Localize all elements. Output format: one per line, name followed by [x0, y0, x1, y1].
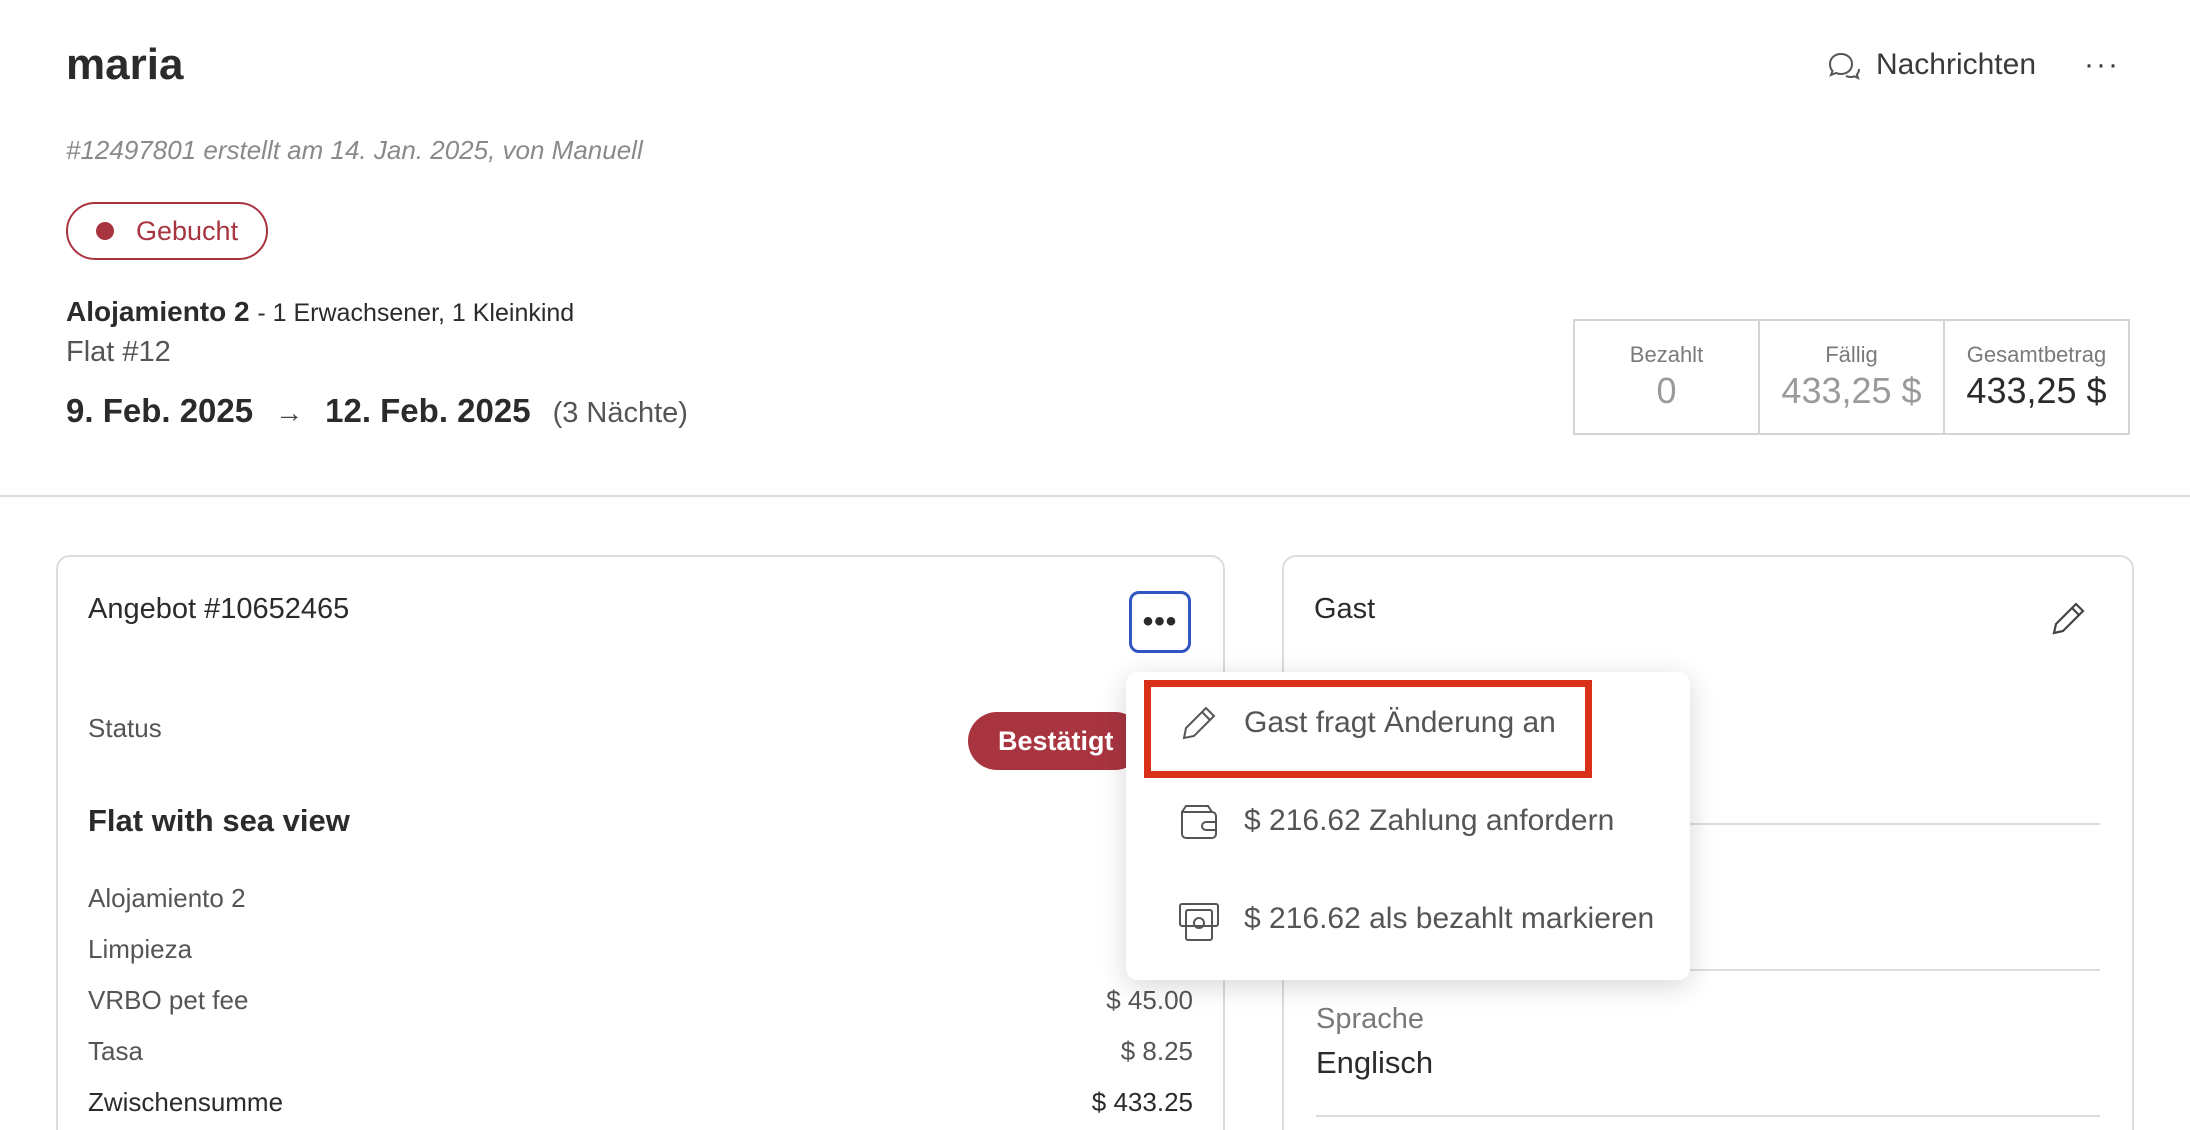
offer-status-label: Status	[88, 713, 162, 743]
price-line-amount: $ 45.00	[1106, 985, 1193, 1015]
checkin-date: 9. Feb. 2025	[66, 392, 254, 429]
menu-item-label: Gast fragt Änderung an	[1244, 706, 1556, 739]
nights-count: (3 Nächte)	[552, 397, 688, 429]
price-line-label: VRBO pet fee	[88, 985, 249, 1015]
arrow-right-icon: →	[275, 397, 304, 428]
offer-card: Angebot #10652465 ••• Status Bestätigt F…	[56, 555, 1225, 1130]
offer-actions-button[interactable]: •••	[1129, 591, 1191, 653]
wallet-icon	[1181, 805, 1217, 839]
menu-item-request-payment[interactable]: $ 216.62 Zahlung anfordern	[1176, 798, 1614, 844]
page-title: maria	[66, 40, 184, 89]
checkout-date: 12. Feb. 2025	[325, 392, 531, 429]
stay-dates: 9. Feb. 2025 → 12. Feb. 2025 (3 Nächte)	[66, 392, 688, 430]
due-cell: Fällig 433,25 $	[1760, 321, 1945, 433]
price-lines: Alojamiento 2 $ 3 Limpieza $ VRBO pet fe…	[88, 883, 1193, 1130]
offer-title: Angebot #10652465	[88, 593, 350, 625]
price-line-label: Tasa	[88, 1036, 143, 1066]
chat-bubbles-icon	[1828, 52, 1860, 80]
language-label: Sprache	[1316, 1003, 1425, 1035]
price-line-label: Alojamiento 2	[88, 883, 246, 913]
pencil-icon	[1182, 706, 1216, 740]
offer-name: Flat with sea view	[88, 803, 350, 838]
menu-item-label: $ 216.62 als bezahlt markieren	[1244, 902, 1655, 935]
paid-value: 0	[1656, 370, 1677, 411]
menu-item-request-change[interactable]: Gast fragt Änderung an	[1176, 700, 1556, 746]
subtotal-line: Zwischensumme $ 433.25	[88, 1087, 1193, 1130]
price-line-label: Limpieza	[88, 934, 193, 964]
price-line: Tasa $ 8.25	[88, 1036, 1193, 1087]
due-label: Fällig	[1825, 342, 1878, 367]
guest-divider	[1316, 1115, 2100, 1117]
top-actions: Nachrichten ···	[1826, 48, 2120, 82]
offer-actions-menu: Gast fragt Änderung an $ 216.62 Zahlung …	[1126, 672, 1690, 980]
menu-item-label: $ 216.62 Zahlung anfordern	[1244, 804, 1615, 837]
messages-button[interactable]: Nachrichten	[1826, 48, 2036, 82]
price-line: VRBO pet fee $ 45.00	[88, 985, 1193, 1036]
paid-label: Bezahlt	[1629, 342, 1704, 367]
menu-item-mark-paid[interactable]: $ 216.62 als bezahlt markieren	[1176, 896, 1654, 942]
due-value: 433,25 $	[1781, 370, 1922, 411]
booking-meta: #12497801 erstellt am 14. Jan. 2025, von…	[66, 135, 643, 165]
status-dot-icon	[96, 222, 114, 240]
more-options-button[interactable]: ···	[2084, 50, 2120, 80]
payment-summary: Bezahlt 0 Fällig 433,25 $ Gesamtbetrag 4…	[1573, 319, 2130, 435]
price-line: Alojamiento 2 $ 3	[88, 883, 1193, 934]
language-value: Englisch	[1316, 1045, 1434, 1080]
price-line-amount: $ 8.25	[1120, 1036, 1193, 1066]
status-badge-label: Gebucht	[136, 215, 239, 246]
total-value: 433,25 $	[1966, 370, 2107, 411]
unit-line: Alojamiento 2 - 1 Erwachsener, 1 Kleinki…	[66, 296, 574, 328]
pencil-icon[interactable]	[2046, 597, 2090, 641]
header-divider	[0, 495, 2190, 497]
subtotal-label: Zwischensumme	[88, 1087, 284, 1117]
flat-name: Flat #12	[66, 336, 171, 368]
unit-name: Alojamiento 2	[66, 296, 250, 327]
total-label: Gesamtbetrag	[1966, 342, 2107, 367]
status-badge: Gebucht	[66, 202, 269, 260]
guest-title: Gast	[1314, 593, 1376, 625]
paid-cell: Bezahlt 0	[1575, 321, 1760, 433]
cash-icon	[1179, 903, 1219, 941]
messages-label: Nachrichten	[1875, 48, 2037, 81]
subtotal-amount: $ 433.25	[1091, 1087, 1193, 1117]
offer-status-pill: Bestätigt	[968, 712, 1144, 770]
price-line: Limpieza $	[88, 934, 1193, 985]
guest-count: - 1 Erwachsener, 1 Kleinkind	[257, 299, 575, 327]
total-cell: Gesamtbetrag 433,25 $	[1945, 321, 2128, 433]
